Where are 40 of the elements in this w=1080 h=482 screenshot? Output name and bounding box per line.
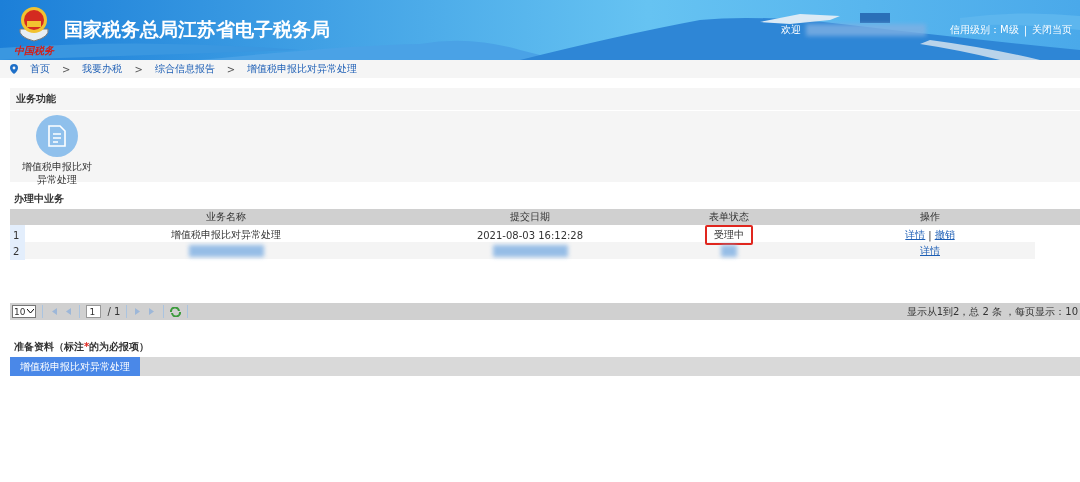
total-pages: / 1	[107, 306, 121, 317]
breadcrumb-separator: >	[62, 63, 71, 75]
separator: |	[928, 229, 932, 241]
table-cell: 2021-08-03 16:12:28	[476, 229, 584, 241]
caret-icon	[27, 309, 35, 314]
location-pin-icon	[10, 64, 18, 74]
column-header: 表单状态	[709, 210, 749, 224]
emblem-caption: 中国税务	[14, 43, 54, 58]
breadcrumb-link[interactable]: 我要办税	[82, 62, 123, 76]
page-input[interactable]: 1	[86, 305, 102, 318]
welcome-text: 欢迎	[781, 23, 801, 37]
breadcrumb-separator: >	[134, 63, 143, 75]
action-link[interactable]: 详情	[905, 228, 926, 242]
site-title: 国家税务总局江苏省电子税务局	[64, 17, 330, 42]
pager-summary: 显示从1到2，总 2 条 ，每页显示：10	[906, 304, 1078, 319]
tab[interactable]: 增值税申报比对异常处理	[10, 357, 140, 376]
column-header: 业务名称	[206, 210, 246, 224]
refresh-icon[interactable]	[170, 306, 182, 317]
document-icon	[36, 115, 78, 157]
credit-level: 信用级别：M级	[950, 23, 1019, 37]
action-link[interactable]: 撤销	[934, 228, 955, 242]
column-header: 操作	[920, 210, 940, 224]
section-title: 办理中业务	[14, 192, 65, 206]
breadcrumb-link[interactable]: 首页	[30, 62, 50, 76]
function-tile[interactable]: 增值税申报比对异常处理	[22, 115, 92, 187]
section-title: 业务功能	[10, 88, 1080, 111]
breadcrumb-link[interactable]: 增值税申报比对异常处理	[247, 62, 358, 76]
separator: |	[1023, 24, 1027, 36]
next-page-icon[interactable]	[133, 307, 143, 316]
column-header: 提交日期	[510, 210, 550, 224]
previous-page-icon[interactable]	[64, 307, 74, 316]
section-title: 准备资料（标注*的为必报项）	[14, 340, 151, 354]
action-link[interactable]: 详情	[920, 244, 940, 258]
breadcrumb-separator: >	[226, 63, 236, 75]
page-size-select[interactable]: 10	[12, 305, 37, 318]
row-number: 2	[10, 242, 25, 260]
status-cell: 受理中	[705, 225, 753, 245]
first-page-icon[interactable]	[49, 307, 59, 316]
breadcrumb-link[interactable]: 综合信息报告	[154, 62, 215, 76]
table-cell: 增值税申报比对异常处理	[171, 228, 281, 242]
